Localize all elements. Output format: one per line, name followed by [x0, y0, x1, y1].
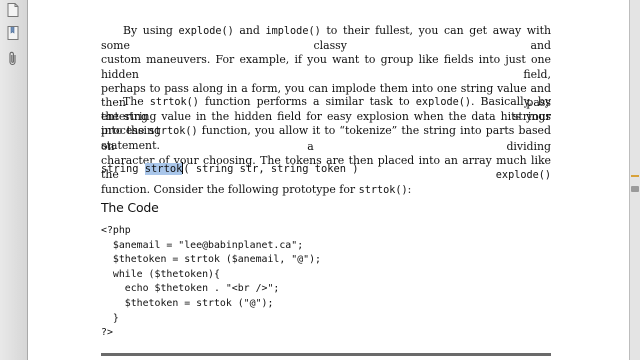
selected-text[interactable]: strtok: [144, 163, 183, 175]
section-heading: The Code: [101, 200, 159, 215]
page-divider: [101, 353, 551, 356]
navigation-sidebar: [0, 0, 28, 360]
code-line: $anemail = "lee@babinplanet.ca";: [101, 239, 304, 251]
bookmark-icon[interactable]: [5, 25, 21, 41]
document-page: By using explode() and implode() to thei…: [28, 0, 629, 360]
code-line: echo $thetoken . "<br />";: [101, 283, 280, 295]
code-line: $thetoken = strtok ($anemail, "@");: [101, 254, 321, 266]
code-line: $thetoken = strtok ("@");: [101, 297, 274, 309]
code-line: ?>: [101, 327, 113, 339]
page-view-icon[interactable]: [5, 2, 21, 18]
scroll-thumb[interactable]: [631, 186, 639, 192]
attachment-icon[interactable]: [5, 50, 21, 66]
scroll-position-marker: [631, 175, 639, 177]
code-listing[interactable]: <?php $anemail = "lee@babinplanet.ca"; $…: [101, 224, 321, 341]
strtok-prototype[interactable]: string strtok( string str, string token …: [101, 162, 359, 175]
vertical-scrollbar[interactable]: [629, 0, 640, 360]
paragraph-strtok: The strtok() function performs a similar…: [101, 95, 552, 197]
code-line: while ($thetoken){: [101, 268, 220, 280]
code-line: }: [101, 312, 119, 324]
code-line: <?php: [101, 225, 131, 236]
